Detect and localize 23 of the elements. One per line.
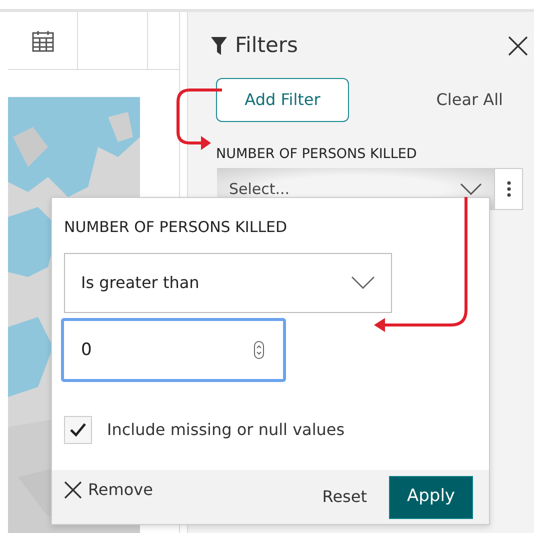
remove-button[interactable]: Remove bbox=[64, 478, 153, 502]
operator-select[interactable]: Is greater than bbox=[64, 252, 392, 312]
filter-label: NUMBER OF PERSONS KILLED bbox=[216, 144, 418, 164]
filter-icon bbox=[211, 36, 227, 55]
chevron-down-icon bbox=[351, 276, 375, 289]
checkmark-icon bbox=[70, 422, 86, 436]
checkbox[interactable] bbox=[64, 416, 92, 444]
clear-all-link[interactable]: Clear All bbox=[436, 88, 503, 112]
apply-button[interactable]: Apply bbox=[389, 476, 473, 518]
panel-title: Filters bbox=[235, 32, 298, 59]
calendar-icon[interactable] bbox=[30, 28, 54, 52]
spinner-icon[interactable] bbox=[254, 340, 264, 358]
add-filter-button[interactable]: Add Filter bbox=[216, 78, 349, 122]
value-field[interactable]: 0 bbox=[61, 318, 286, 382]
filter-label: NUMBER OF PERSONS KILLED bbox=[64, 217, 288, 238]
kebab-icon bbox=[506, 180, 510, 197]
more-options-button[interactable] bbox=[494, 168, 523, 210]
chevron-down-icon bbox=[460, 182, 482, 195]
close-button[interactable] bbox=[508, 34, 528, 58]
close-icon bbox=[64, 481, 82, 499]
annotation-arrow bbox=[176, 88, 222, 150]
reset-button[interactable]: Reset bbox=[316, 484, 373, 510]
checkbox-label: Include missing or null values bbox=[107, 418, 345, 440]
